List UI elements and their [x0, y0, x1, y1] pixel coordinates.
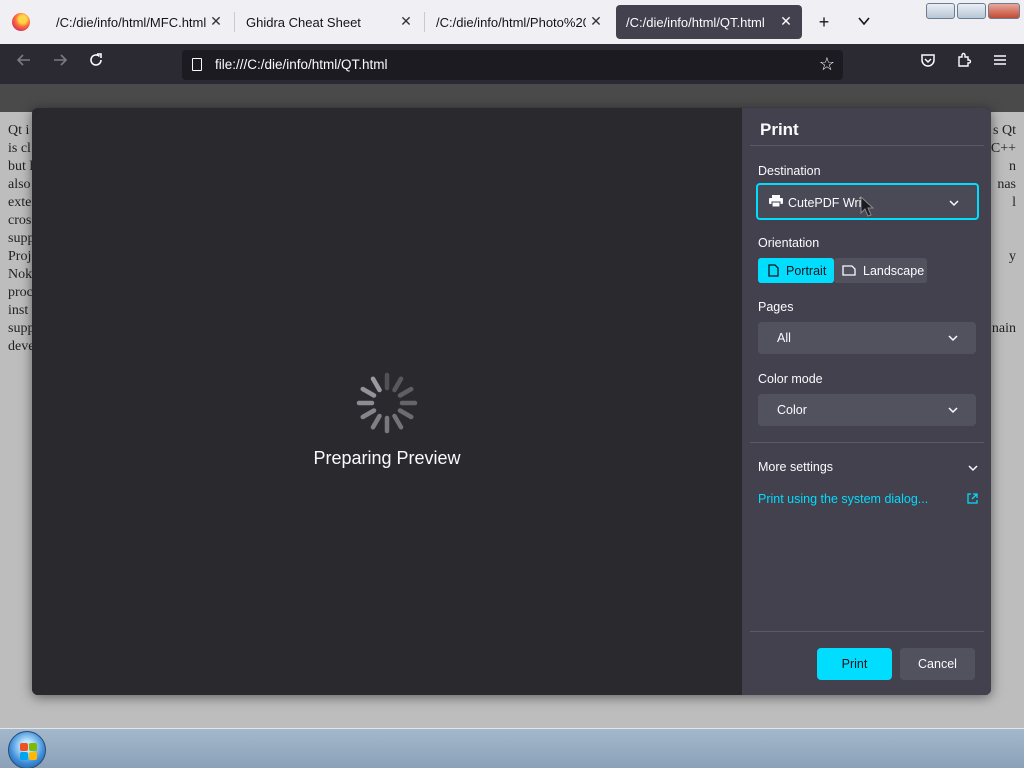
- chevron-down-icon: [968, 465, 978, 472]
- preview-status-text: Preparing Preview: [313, 448, 461, 468]
- reload-icon: [90, 53, 102, 66]
- tab-separator: [234, 12, 235, 32]
- divider: [750, 145, 984, 146]
- landscape-page-icon: [842, 265, 856, 276]
- tab-label: /C:/die/info/html/Photo%20: [436, 15, 586, 30]
- page-text-line: n: [1009, 159, 1016, 174]
- page-text-line: is cl: [8, 141, 31, 156]
- bookmark-star-icon[interactable]: ☆: [819, 55, 835, 73]
- page-text-line: y: [1009, 249, 1016, 264]
- page-text-line: s Qt: [993, 123, 1016, 138]
- pages-value: All: [777, 331, 791, 345]
- page-text-line: nas: [997, 177, 1016, 192]
- chevron-down-icon: [948, 407, 958, 414]
- back-button[interactable]: [12, 52, 36, 76]
- printer-icon: [769, 195, 783, 207]
- page-text-line: inst: [8, 303, 29, 318]
- page-text-line: supp: [8, 321, 35, 336]
- destination-value: CutePDF Writ: [788, 196, 865, 210]
- divider: [750, 442, 984, 443]
- destination-label: Destination: [758, 164, 821, 178]
- page-icon: [192, 58, 202, 71]
- chevron-down-icon: [858, 17, 870, 26]
- close-icon[interactable]: ✕: [588, 13, 604, 29]
- color-mode-value: Color: [777, 403, 807, 417]
- url-bar[interactable]: file:///C:/die/info/html/QT.html ☆: [182, 50, 843, 80]
- reload-button[interactable]: [84, 52, 108, 76]
- page-text-line: Nok: [8, 267, 33, 282]
- page-text-line: nain: [991, 321, 1016, 336]
- page-text-line: exte: [8, 195, 32, 210]
- menu-button[interactable]: [988, 52, 1012, 76]
- tab-ghidra[interactable]: Ghidra Cheat Sheet ✕: [236, 5, 422, 39]
- landscape-button[interactable]: Landscape: [834, 258, 927, 283]
- restore-button[interactable]: [957, 3, 986, 19]
- tab-photo[interactable]: /C:/die/info/html/Photo%20 ✕: [426, 5, 612, 39]
- minimize-button[interactable]: [926, 3, 955, 19]
- print-title: Print: [760, 120, 799, 139]
- page-text-line: cros: [8, 213, 32, 228]
- page-text-line: l: [1012, 195, 1016, 210]
- forward-button[interactable]: [48, 52, 72, 76]
- tab-separator: [424, 12, 425, 32]
- chevron-down-icon: [949, 200, 959, 207]
- close-icon[interactable]: ✕: [398, 13, 414, 29]
- portrait-page-icon: [768, 264, 779, 277]
- print-button[interactable]: Print: [817, 648, 892, 680]
- system-dialog-label: Print using the system dialog...: [758, 492, 929, 506]
- tab-mfc[interactable]: /C:/die/info/html/MFC.html ✕: [46, 5, 232, 39]
- portrait-label: Portrait: [786, 264, 827, 278]
- arrow-left-icon: [16, 54, 30, 66]
- cancel-button[interactable]: Cancel: [900, 648, 975, 680]
- firefox-icon[interactable]: [12, 13, 30, 31]
- page-text-line: supp: [8, 231, 35, 246]
- page-text-line: deve: [8, 339, 35, 354]
- print-preview: Preparing Preview: [32, 108, 742, 695]
- page-text-line: Proj: [8, 249, 32, 264]
- color-mode-label: Color mode: [758, 372, 823, 386]
- chevron-down-icon: [948, 335, 958, 342]
- windows-logo-icon: [20, 743, 28, 751]
- url-text: file:///C:/die/info/html/QT.html: [215, 57, 388, 72]
- landscape-label: Landscape: [863, 264, 925, 278]
- puzzle-icon: [958, 52, 972, 67]
- arrow-right-icon: [54, 54, 68, 66]
- hamburger-icon: [994, 55, 1006, 65]
- page-text-line: also: [8, 177, 31, 192]
- close-icon[interactable]: ✕: [208, 13, 224, 29]
- page-text-line: but l: [8, 159, 34, 174]
- tab-qt[interactable]: /C:/die/info/html/QT.html ✕: [616, 5, 802, 39]
- pages-select[interactable]: All: [758, 322, 976, 354]
- loading-spinner-icon: [356, 372, 418, 434]
- start-button[interactable]: [8, 731, 46, 768]
- print-dialog: Preparing Preview Print Destination Cute…: [32, 108, 991, 695]
- new-tab-button[interactable]: +: [812, 10, 836, 34]
- pocket-icon: [921, 54, 935, 67]
- extensions-button[interactable]: [952, 52, 976, 76]
- nav-bar: file:///C:/die/info/html/QT.html ☆: [0, 44, 1024, 84]
- portrait-button[interactable]: Portrait: [758, 258, 834, 283]
- system-dialog-link[interactable]: Print using the system dialog...: [758, 492, 978, 508]
- more-settings-toggle[interactable]: More settings: [758, 460, 978, 478]
- orientation-label: Orientation: [758, 236, 820, 250]
- close-icon[interactable]: ✕: [778, 13, 794, 29]
- tab-label: Ghidra Cheat Sheet: [246, 15, 361, 30]
- divider: [750, 631, 984, 632]
- external-link-icon: [967, 493, 978, 504]
- page-text-line: proc: [8, 285, 33, 300]
- pocket-button[interactable]: [916, 52, 940, 76]
- pages-label: Pages: [758, 300, 794, 314]
- mouse-cursor-icon: [860, 196, 875, 217]
- tab-list-button[interactable]: [852, 10, 876, 34]
- close-window-button[interactable]: [988, 3, 1020, 19]
- tab-strip: /C:/die/info/html/MFC.html ✕ Ghidra Chea…: [0, 0, 1024, 44]
- tab-label: /C:/die/info/html/QT.html: [626, 15, 765, 30]
- color-mode-select[interactable]: Color: [758, 394, 976, 426]
- page-text-line: C++: [990, 141, 1016, 156]
- more-settings-label: More settings: [758, 460, 834, 474]
- tab-label: /C:/die/info/html/MFC.html: [56, 15, 206, 30]
- page-text-line: Qt i: [8, 123, 30, 138]
- taskbar: [0, 728, 1024, 768]
